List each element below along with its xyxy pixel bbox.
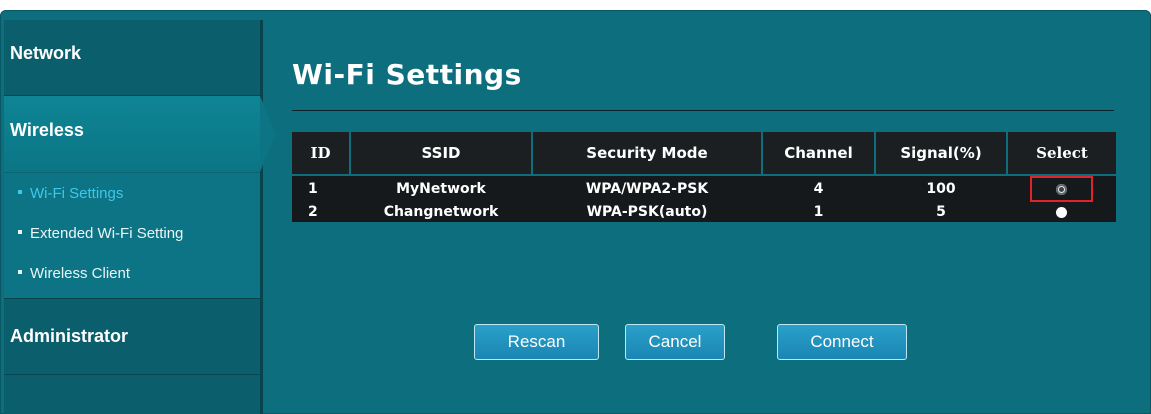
submenu-item-extended-wifi-setting[interactable]: Extended Wi-Fi Setting xyxy=(18,224,183,264)
column-header-security-mode: Security Mode xyxy=(531,132,762,176)
column-header-signal: Signal(%) xyxy=(874,132,1007,176)
submenu-item-wifi-settings[interactable]: Wi-Fi Settings xyxy=(18,184,183,224)
cell-ssid: MyNetwork xyxy=(396,181,486,197)
sidebar-footer xyxy=(4,375,260,414)
square-bullet-icon xyxy=(18,190,22,195)
cell-ssid: Changnetwork xyxy=(383,204,499,220)
cell-signal: 100 xyxy=(926,181,956,197)
table-header-row: ID SSID Security Mode Channel Signal(%) … xyxy=(292,132,1116,176)
cell-security-mode: WPA-PSK(auto) xyxy=(586,204,708,220)
selection-highlight-box xyxy=(1030,176,1093,202)
sidebar-section-wireless: Wireless Wi-Fi Settings Extended Wi-Fi S… xyxy=(4,96,276,299)
sidebar-item-administrator[interactable]: Administrator xyxy=(4,299,260,375)
cell-signal: 5 xyxy=(936,204,946,220)
table-row[interactable]: 2 Changnetwork WPA-PSK(auto) 1 5 xyxy=(292,202,1116,222)
cell-select xyxy=(1007,202,1116,222)
page-title: Wi-Fi Settings xyxy=(292,58,522,91)
active-section-arrow-icon xyxy=(260,96,276,172)
cell-channel: 4 xyxy=(813,181,824,197)
wireless-submenu: Wi-Fi Settings Extended Wi-Fi Setting Wi… xyxy=(18,184,183,304)
column-header-ssid: SSID xyxy=(349,132,532,176)
cell-id: 2 xyxy=(308,204,318,220)
connect-button[interactable]: Connect xyxy=(777,324,907,360)
sidebar: Network Wireless Wi-Fi Settings Extended… xyxy=(4,20,276,414)
sidebar-item-label: Network xyxy=(10,43,82,63)
sidebar-item-network[interactable]: Network xyxy=(4,20,260,96)
wifi-network-table: ID SSID Security Mode Channel Signal(%) … xyxy=(292,132,1116,222)
sidebar-item-label: Wireless xyxy=(10,120,84,140)
cell-channel: 1 xyxy=(813,204,824,220)
table-row[interactable]: 1 MyNetwork WPA/WPA2-PSK 4 100 xyxy=(292,175,1116,202)
title-divider xyxy=(292,110,1114,111)
submenu-item-label: Wi-Fi Settings xyxy=(30,185,124,202)
square-bullet-icon xyxy=(18,230,22,235)
submenu-item-wireless-client[interactable]: Wireless Client xyxy=(18,264,183,304)
column-header-id: ID xyxy=(292,132,350,176)
square-bullet-icon xyxy=(18,270,22,275)
submenu-item-label: Extended Wi-Fi Setting xyxy=(30,225,184,242)
submenu-item-label: Wireless Client xyxy=(30,265,131,282)
sidebar-item-label: Administrator xyxy=(10,326,129,346)
cell-select xyxy=(1007,175,1116,202)
cancel-button[interactable]: Cancel xyxy=(625,324,725,360)
column-header-channel: Channel xyxy=(761,132,875,176)
column-header-select: Select xyxy=(1006,132,1116,176)
rescan-button[interactable]: Rescan xyxy=(474,324,599,360)
radio-checked-icon[interactable] xyxy=(1056,183,1067,195)
cell-security-mode: WPA/WPA2-PSK xyxy=(585,181,709,197)
radio-unchecked-icon[interactable] xyxy=(1056,206,1067,218)
cell-id: 1 xyxy=(308,181,318,197)
